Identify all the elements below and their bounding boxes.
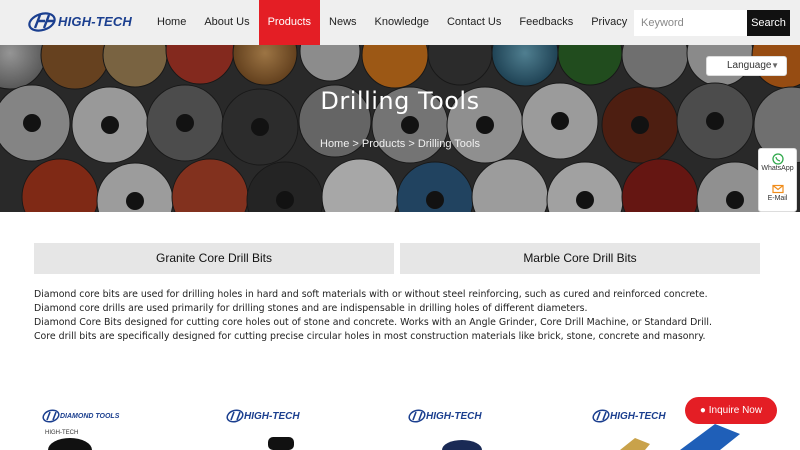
email-link[interactable]: E-Mail <box>759 183 796 202</box>
chevron-down-icon: ▼ <box>771 61 779 70</box>
language-selector[interactable]: Language ▼ <box>706 56 787 76</box>
product-card[interactable]: DIAMOND TOOLS HIGH-TECH <box>40 404 211 450</box>
category-description: Diamond core bits are used for drilling … <box>34 288 774 344</box>
category-marble-core-drill-bits[interactable]: Marble Core Drill Bits <box>400 243 760 274</box>
nav-feedbacks[interactable]: Feedbacks <box>510 0 582 45</box>
nav-news[interactable]: News <box>320 0 366 45</box>
description-line: Core drill bits are specifically designe… <box>34 331 706 342</box>
product-card[interactable]: HIGH-TECH <box>406 404 577 450</box>
description-line: Diamond Core Bits designed for cutting c… <box>34 317 712 328</box>
email-label: E-Mail <box>767 195 788 202</box>
nav-about-us[interactable]: About Us <box>195 0 258 45</box>
nav-home[interactable]: Home <box>148 0 195 45</box>
search-button[interactable]: Search <box>747 10 790 36</box>
product-card[interactable]: HIGH-TECH <box>224 404 395 450</box>
breadcrumb[interactable]: Home > Products > Drilling Tools <box>0 138 800 150</box>
nav-privacy[interactable]: Privacy <box>582 0 636 45</box>
logo-text: HIGH-TECH <box>58 14 133 29</box>
hero-banner: Drilling Tools Home > Products > Drillin… <box>0 45 800 212</box>
inquire-now-label: Inquire Now <box>708 405 763 416</box>
site-logo[interactable]: HIGH-TECH <box>28 10 132 34</box>
site-header: HIGH-TECH Home About Us Products News Kn… <box>0 0 800 45</box>
category-granite-core-drill-bits[interactable]: Granite Core Drill Bits <box>34 243 394 274</box>
email-icon <box>771 184 784 194</box>
drill-bit-image <box>48 438 92 450</box>
whatsapp-icon <box>771 153 784 165</box>
logo-mark-icon <box>28 12 56 32</box>
drill-bit-image <box>442 440 482 450</box>
whatsapp-label: WhatsApp <box>761 165 794 172</box>
page-title: Drilling Tools <box>320 87 480 115</box>
floating-contact-panel: WhatsApp E-Mail <box>758 148 797 212</box>
drill-bit-image <box>268 437 294 450</box>
hero-overlay <box>0 45 800 212</box>
inquire-now-button[interactable]: ● Inquire Now <box>685 397 777 424</box>
whatsapp-link[interactable]: WhatsApp <box>759 153 796 172</box>
nav-knowledge[interactable]: Knowledge <box>366 0 438 45</box>
nav-products[interactable]: Products <box>258 0 321 45</box>
search-input[interactable] <box>634 10 747 36</box>
description-line: Diamond core bits are used for drilling … <box>34 289 708 300</box>
nav-contact-us[interactable]: Contact Us <box>438 0 510 45</box>
main-nav: Home About Us Products News Knowledge Co… <box>148 0 636 45</box>
chat-icon: ● <box>699 405 706 416</box>
description-line: Diamond core drills are used primarily f… <box>34 303 588 314</box>
language-label: Language <box>727 60 772 71</box>
